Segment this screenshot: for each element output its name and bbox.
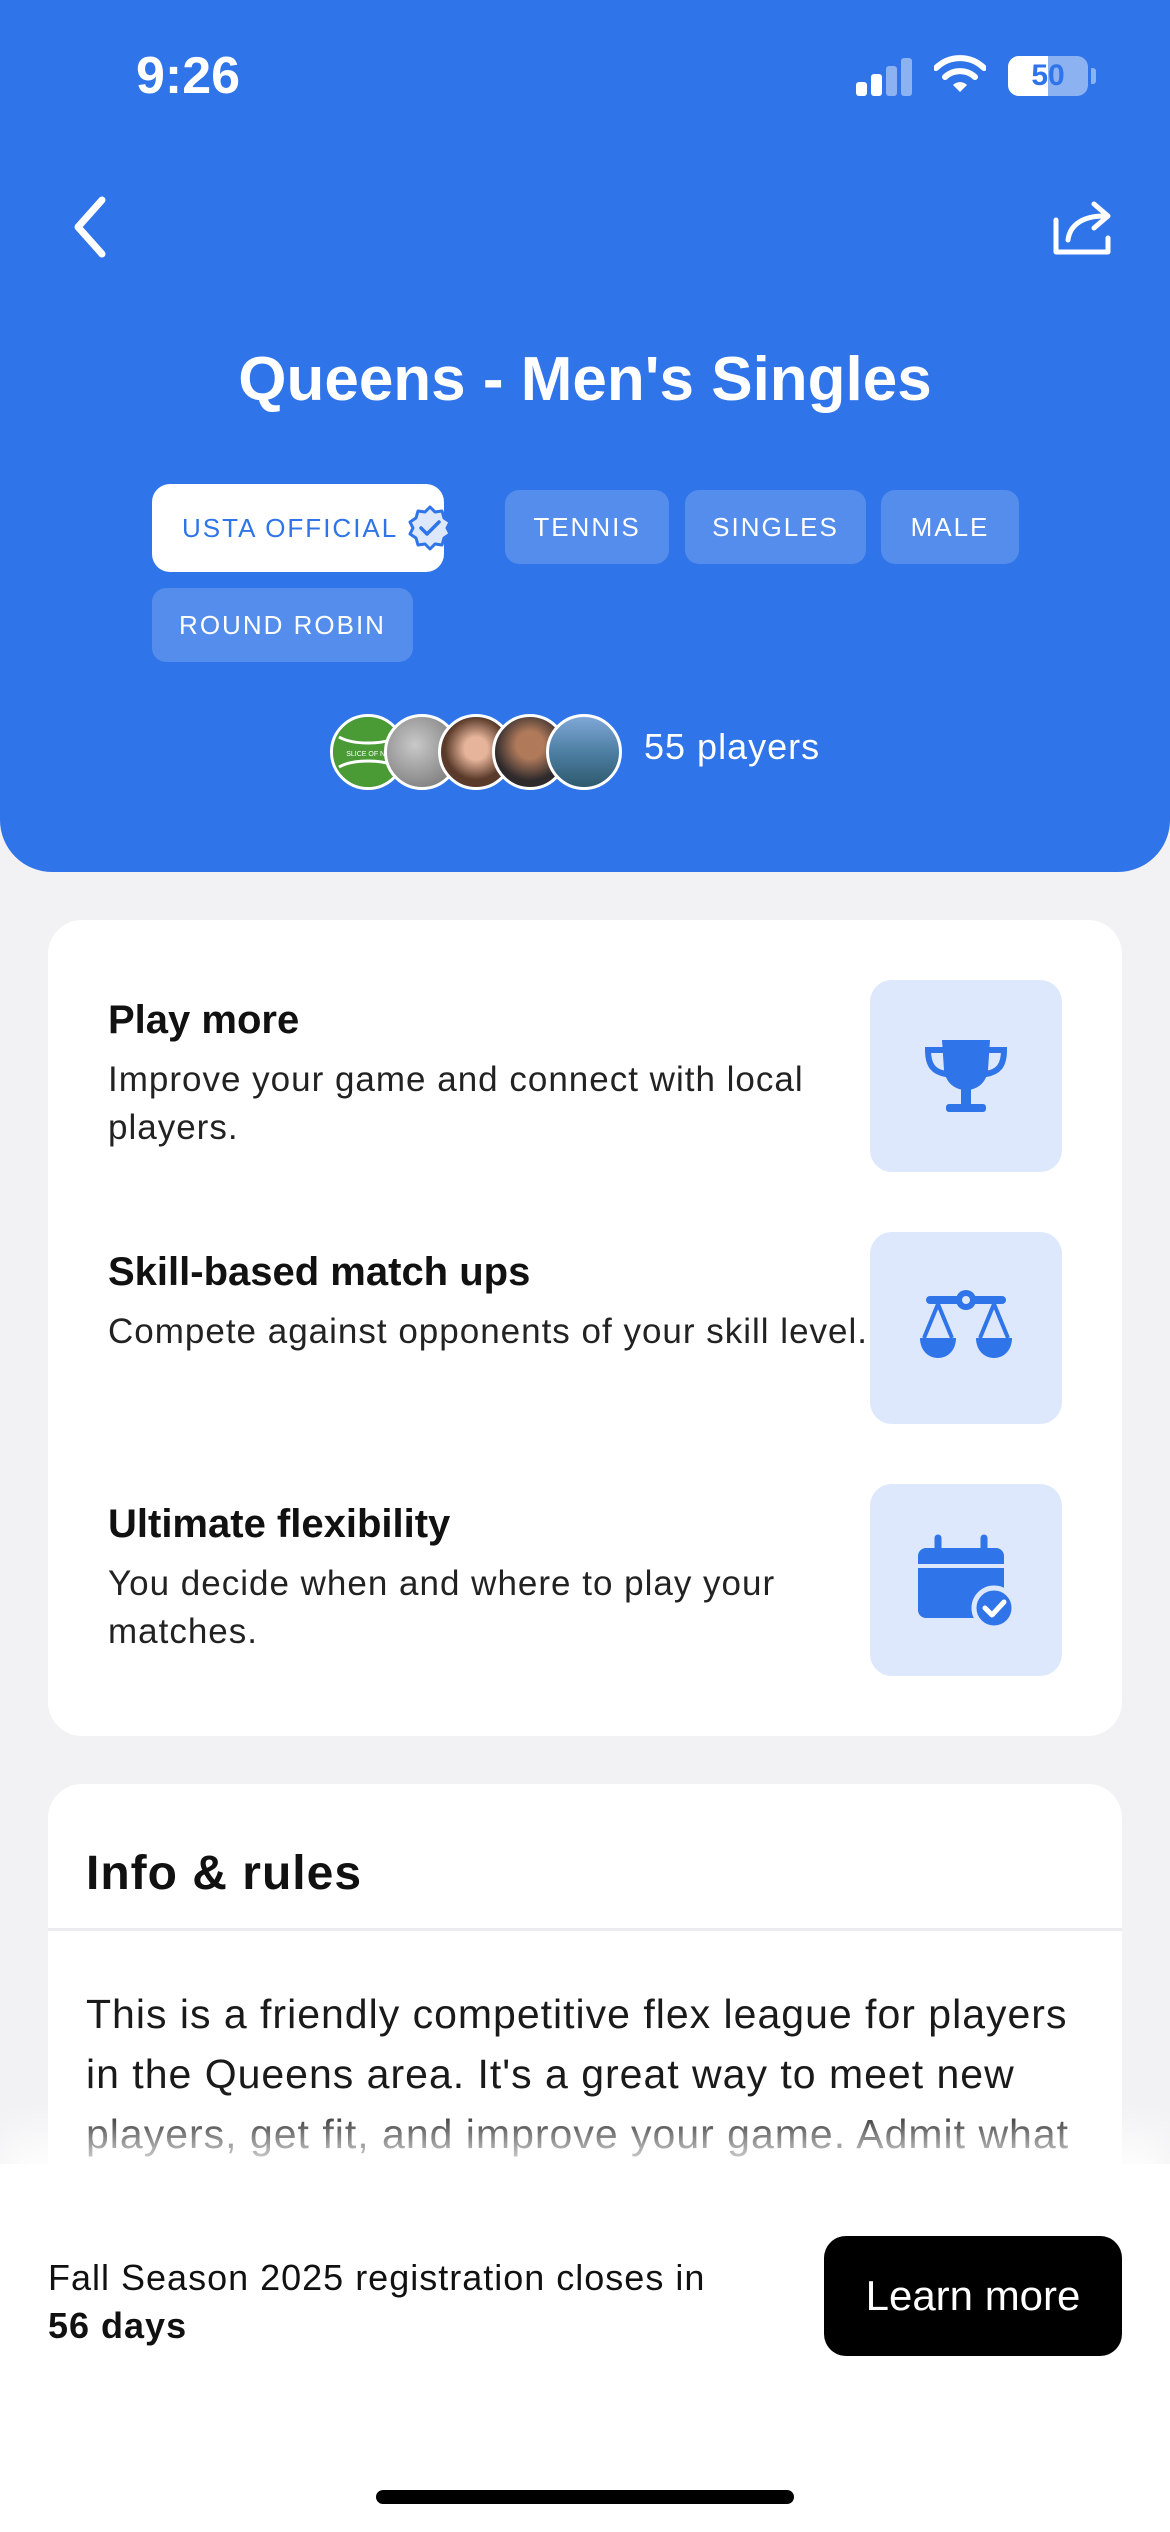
feature-icon-tile bbox=[870, 1232, 1062, 1424]
divider bbox=[48, 1928, 1122, 1931]
calendar-check-icon bbox=[918, 1534, 1016, 1630]
usta-official-tag: USTA OFFICIAL bbox=[152, 484, 452, 572]
registration-days: 56 days bbox=[48, 2305, 188, 2346]
registration-label: Fall Season 2025 registration closes in bbox=[48, 2257, 706, 2298]
features-card: Play more Improve your game and connect … bbox=[48, 920, 1122, 1736]
trophy-icon bbox=[924, 1040, 1008, 1112]
registration-text: Fall Season 2025 registration closes in … bbox=[48, 2254, 705, 2350]
wifi-icon bbox=[934, 55, 986, 92]
tag-tennis: TENNIS bbox=[505, 490, 669, 564]
scale-icon bbox=[920, 1290, 1012, 1358]
player-avatars[interactable]: SLICE OF NE bbox=[330, 714, 622, 790]
battery-cap bbox=[1091, 68, 1096, 84]
usta-official-label: USTA OFFICIAL bbox=[182, 513, 399, 543]
back-chevron-icon[interactable] bbox=[64, 192, 120, 262]
home-indicator[interactable] bbox=[376, 2490, 794, 2504]
feature-icon-tile bbox=[870, 980, 1062, 1172]
league-title: Queens - Men's Singles bbox=[238, 345, 932, 414]
tag-singles: SINGLES bbox=[685, 490, 866, 564]
registration-bar: Fall Season 2025 registration closes in … bbox=[0, 2164, 1170, 2532]
feature-title: Ultimate flexibility bbox=[108, 1502, 451, 1546]
feature-description: You decide when and where to play your m… bbox=[108, 1564, 776, 1651]
players-count[interactable]: 55 players bbox=[644, 726, 820, 768]
league-header: 9:26 50 Queens - Men's Singles USTA OFFI… bbox=[0, 0, 1170, 872]
status-time: 9:26 bbox=[136, 47, 241, 105]
share-icon[interactable] bbox=[1050, 196, 1116, 258]
avatar bbox=[546, 714, 622, 790]
tag-male: MALE bbox=[881, 490, 1019, 564]
cellular-signal-icon bbox=[856, 58, 914, 96]
feature-description: Compete against opponents of your skill … bbox=[108, 1312, 869, 1351]
learn-more-button[interactable]: Learn more bbox=[824, 2236, 1122, 2356]
feature-title: Play more bbox=[108, 998, 300, 1042]
battery-level: 50 bbox=[1031, 59, 1065, 92]
feature-title: Skill-based match ups bbox=[108, 1250, 531, 1294]
verified-badge-icon bbox=[408, 505, 452, 551]
battery-icon: 50 bbox=[1008, 56, 1088, 96]
info-rules-title: Info & rules bbox=[86, 1847, 363, 1900]
feature-description: Improve your game and connect with local… bbox=[108, 1060, 804, 1147]
tag-round-robin: ROUND ROBIN bbox=[152, 588, 413, 662]
feature-icon-tile bbox=[870, 1484, 1062, 1676]
